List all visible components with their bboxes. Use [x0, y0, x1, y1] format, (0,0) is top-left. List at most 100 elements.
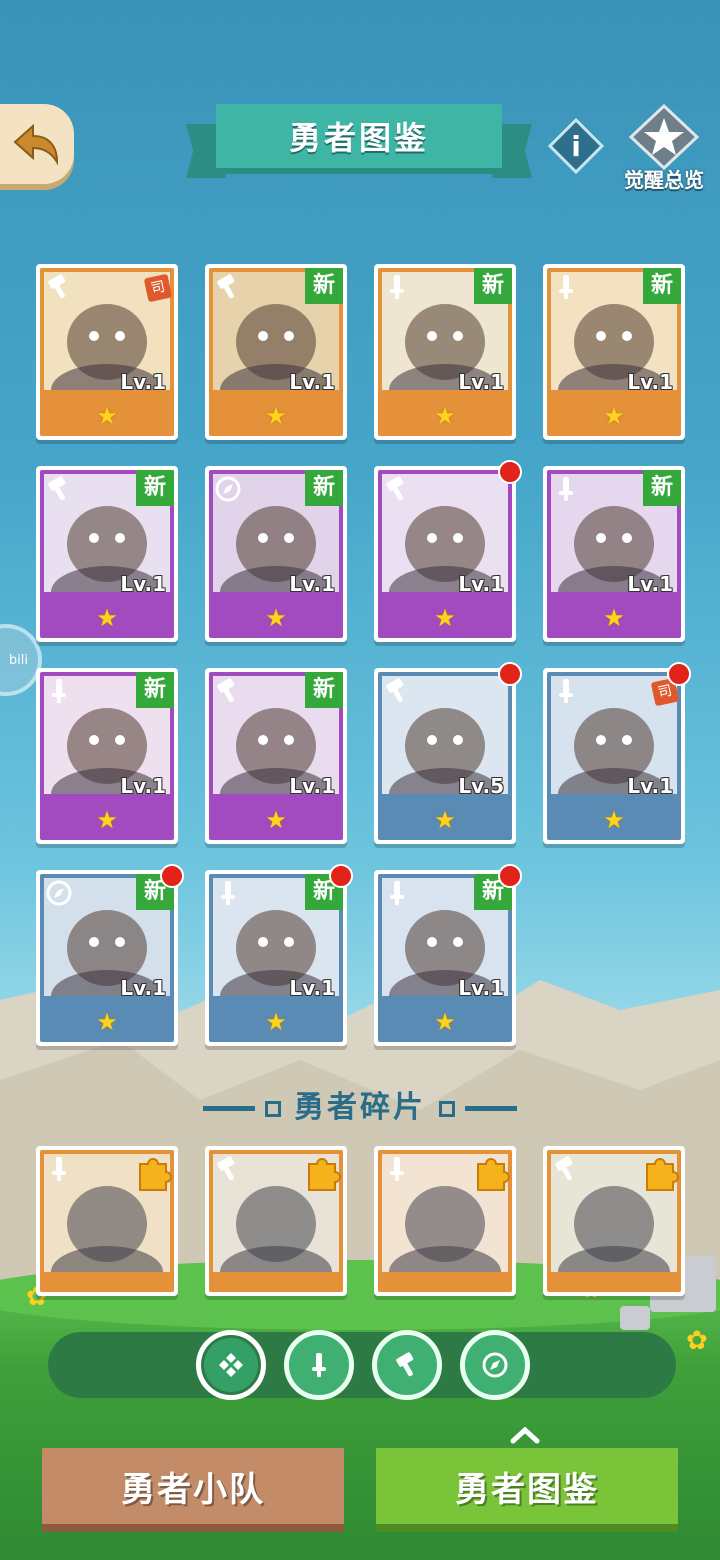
hammer-icon: [386, 476, 404, 501]
notification-dot: [498, 662, 522, 686]
hero-level: Lv.1: [289, 774, 335, 798]
hammer-icon: [48, 274, 66, 299]
back-arrow-icon: [13, 123, 59, 166]
hammer-icon: [48, 476, 66, 501]
tab-hero-team-label: 勇者小队: [121, 1469, 265, 1510]
filter-compass-button[interactable]: [460, 1330, 530, 1400]
fragments-title-text: 勇者碎片: [294, 1090, 426, 1125]
fragment-card[interactable]: [205, 1146, 347, 1296]
filter-all-button[interactable]: [196, 1330, 266, 1400]
sword-icon: [52, 1157, 66, 1181]
hero-card[interactable]: 新 Lv.1 ★: [374, 864, 522, 1046]
title-divider: [202, 1106, 255, 1111]
fragment-card[interactable]: [36, 1146, 178, 1296]
hero-level: Lv.1: [289, 370, 335, 394]
hero-card[interactable]: 司 Lv.1 ★: [543, 662, 691, 844]
hero-level: Lv.1: [120, 572, 166, 596]
puzzle-piece-icon: [132, 1150, 174, 1192]
hero-class-badge: [44, 474, 74, 504]
compass-icon: [482, 1352, 508, 1378]
title-ornament: [264, 1100, 281, 1117]
info-button[interactable]: i: [547, 117, 605, 175]
hero-class-badge: [382, 1154, 412, 1184]
hero-class-badge: [44, 272, 74, 302]
filter-sword-button[interactable]: [284, 1330, 354, 1400]
hero-card[interactable]: 新 Lv.1 ★: [36, 668, 178, 844]
hero-card[interactable]: 新 Lv.1 ★: [205, 668, 347, 844]
tab-hero-codex[interactable]: 勇者图鉴: [376, 1448, 678, 1524]
hero-class-badge: [382, 474, 412, 504]
sword-icon: [390, 1157, 404, 1181]
new-badge: 新: [305, 672, 343, 708]
hero-level: Lv.1: [458, 370, 504, 394]
puzzle-piece-icon: [477, 1158, 510, 1191]
hero-card[interactable]: 新 Lv.1 ★: [543, 466, 685, 642]
puzzle-piece-icon: [308, 1158, 341, 1191]
hammer-icon: [217, 678, 235, 703]
hero-level: Lv.1: [627, 572, 673, 596]
star-rating-icon: ★: [434, 604, 456, 632]
compass-icon: [215, 476, 241, 502]
star-rating-icon: ★: [265, 1008, 287, 1036]
notification-dot: [498, 864, 522, 888]
svg-text:i: i: [571, 130, 581, 163]
sword-icon: [390, 881, 404, 905]
new-badge: 新: [136, 672, 174, 708]
sword-icon: [559, 679, 573, 703]
hero-level: Lv.1: [627, 774, 673, 798]
awaken-overview-label: 觉醒总览: [624, 168, 704, 192]
hero-class-badge: [213, 474, 243, 504]
awaken-overview-button[interactable]: 觉醒总览: [616, 103, 712, 194]
fragment-card[interactable]: [374, 1146, 516, 1296]
hero-level: Lv.1: [458, 976, 504, 1000]
star-rating-icon: ★: [265, 402, 287, 430]
hammer-icon: [555, 1156, 573, 1181]
back-button[interactable]: [0, 104, 74, 184]
hero-level: Lv.5: [458, 774, 504, 798]
fragments-section-title: 勇者碎片: [0, 1082, 720, 1126]
star-badge-icon: [628, 103, 700, 171]
hero-card[interactable]: Lv.1 ★: [374, 460, 522, 642]
fragment-card[interactable]: [543, 1146, 685, 1296]
puzzle-piece-icon: [646, 1158, 679, 1191]
tab-hero-team[interactable]: 勇者小队: [42, 1448, 344, 1524]
new-badge: 新: [305, 268, 343, 304]
page-title: 勇者图鉴: [216, 104, 502, 168]
hero-class-badge: [551, 474, 581, 504]
puzzle-piece-icon: [639, 1150, 681, 1192]
hero-card[interactable]: 新 Lv.1 ★: [543, 264, 685, 440]
hero-card[interactable]: 新 Lv.1 ★: [205, 264, 347, 440]
puzzle-piece-icon: [470, 1150, 512, 1192]
hero-card[interactable]: 新 Lv.1 ★: [36, 864, 184, 1046]
filter-hammer-button[interactable]: [372, 1330, 442, 1400]
new-badge: 新: [643, 268, 681, 304]
hero-card[interactable]: 司 Lv.1 ★: [36, 264, 178, 440]
compass-icon: [46, 880, 72, 906]
hero-level: Lv.1: [458, 572, 504, 596]
star-rating-icon: ★: [434, 1008, 456, 1036]
info-icon: i: [547, 117, 605, 175]
hero-class-badge: [382, 878, 412, 908]
hero-card[interactable]: 新 Lv.1 ★: [205, 864, 353, 1046]
hero-tag-badge: 司: [143, 273, 173, 303]
notification-dot: [329, 864, 353, 888]
hero-card[interactable]: Lv.5 ★: [374, 662, 522, 844]
hero-card[interactable]: 新 Lv.1 ★: [374, 264, 516, 440]
hero-class-badge: [44, 878, 74, 908]
hero-level: Lv.1: [289, 572, 335, 596]
new-badge: 新: [474, 268, 512, 304]
star-rating-icon: ★: [603, 806, 625, 834]
title-ornament: [439, 1100, 456, 1117]
hero-class-badge: [551, 1154, 581, 1184]
star-rating-icon: ★: [96, 1008, 118, 1036]
hero-class-badge: [551, 676, 581, 706]
hero-level: Lv.1: [627, 370, 673, 394]
new-badge: 新: [305, 470, 343, 506]
star-rating-icon: ★: [603, 604, 625, 632]
hero-level: Lv.1: [120, 370, 166, 394]
hero-card[interactable]: 新 Lv.1 ★: [205, 466, 347, 642]
sword-icon: [52, 679, 66, 703]
chevron-up-icon: [510, 1426, 540, 1444]
hero-card[interactable]: 新 Lv.1 ★: [36, 466, 178, 642]
hero-class-badge: [213, 1154, 243, 1184]
